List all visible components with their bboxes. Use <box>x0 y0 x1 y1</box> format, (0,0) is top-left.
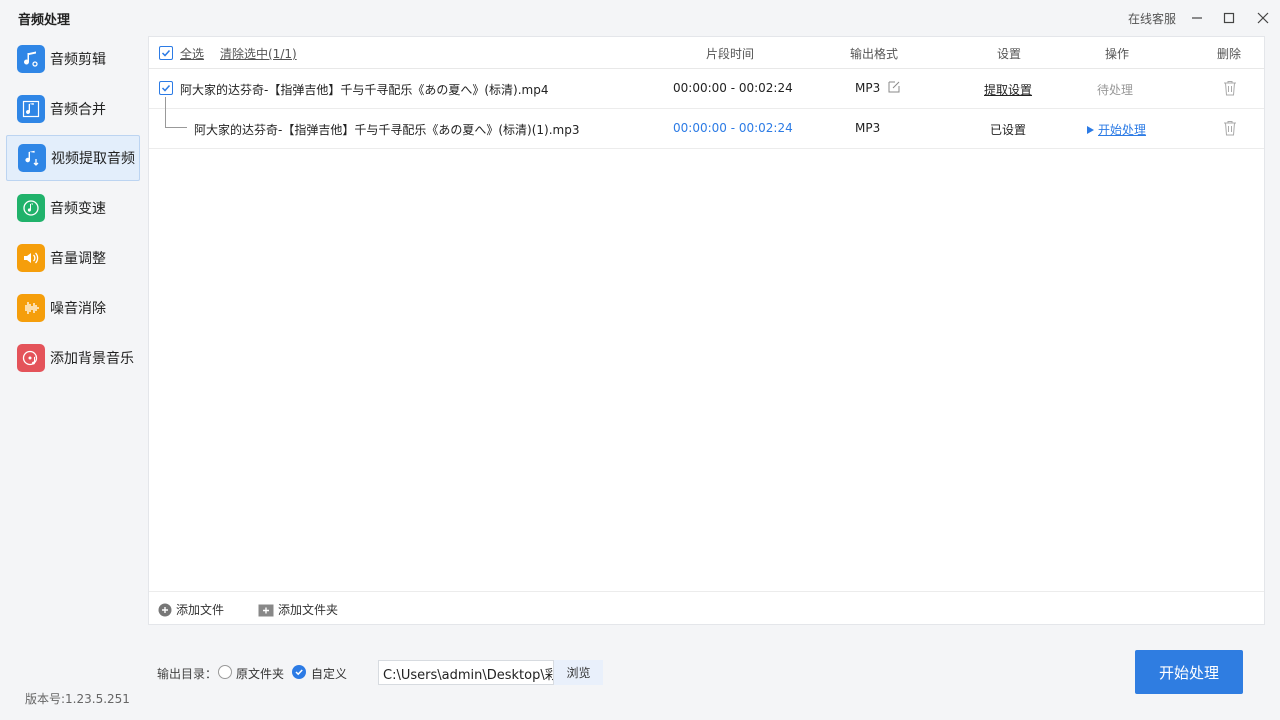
header-delete: 删除 <box>1217 47 1242 61</box>
sidebar-item-label: 视频提取音频 <box>51 151 135 167</box>
header-action: 操作 <box>1105 47 1130 61</box>
speed-music-icon <box>17 194 45 222</box>
music-merge-icon <box>17 95 45 123</box>
clear-selected-label: 清除选中(1/1) <box>220 47 297 61</box>
custom-folder-radio[interactable] <box>292 665 306 679</box>
select-all-link[interactable]: 全选 <box>180 45 204 62</box>
edit-icon[interactable] <box>887 80 901 97</box>
sidebar-item-audio-speed[interactable]: 音频变速 <box>6 185 140 231</box>
sidebar-item-label: 音频剪辑 <box>50 52 106 68</box>
browse-button[interactable]: 浏览 <box>554 660 603 685</box>
version-label: 版本号:1.23.5.251 <box>25 692 130 706</box>
sidebar-item-volume[interactable]: 音量调整 <box>6 235 140 281</box>
sidebar-item-audio-merge[interactable]: 音频合并 <box>6 86 140 132</box>
close-icon[interactable] <box>1253 8 1273 28</box>
sidebar-item-label: 音频变速 <box>50 201 106 217</box>
output-format: MP3 <box>855 81 881 95</box>
original-folder-radio[interactable] <box>218 665 232 679</box>
output-format: MP3 <box>855 121 881 135</box>
segment-time: 00:00:00 - 00:02:24 <box>673 81 793 95</box>
sidebar-item-label: 音频合并 <box>50 102 106 118</box>
settings-status: 已设置 <box>990 123 1027 137</box>
maximize-icon[interactable] <box>1219 8 1239 28</box>
custom-folder-label: 自定义 <box>311 667 348 681</box>
folder-plus-icon <box>258 604 274 616</box>
start-process-link[interactable]: 开始处理 <box>1086 121 1146 138</box>
sidebar-item-label: 添加背景音乐 <box>50 351 134 367</box>
segment-time: 00:00:00 - 00:02:24 <box>673 121 793 135</box>
sidebar-item-audio-cut[interactable]: 音频剪辑 <box>6 36 140 82</box>
sidebar-item-label: 音量调整 <box>50 251 106 267</box>
add-files-bar: 添加文件 添加文件夹 <box>149 591 1264 625</box>
sidebar-item-noise[interactable]: 噪音消除 <box>6 285 140 331</box>
sidebar: 音频剪辑 音频合并 视频提取音频 音频变速 音量调整 噪音消除 添加背景音乐 版… <box>0 36 148 720</box>
scissors-music-icon <box>17 45 45 73</box>
original-folder-label: 原文件夹 <box>236 667 285 681</box>
output-path-input[interactable]: C:\Users\admin\Desktop\彩 <box>378 660 554 685</box>
clear-selected-link[interactable]: 清除选中(1/1) <box>220 45 297 62</box>
select-all-checkbox[interactable] <box>159 46 173 60</box>
plus-circle-icon <box>158 603 172 616</box>
add-file-button[interactable]: 添加文件 <box>158 601 224 618</box>
table-row: 阿大家的达芬奇-【指弹吉他】千与千寻配乐《あの夏へ》(标清).mp4 00:00… <box>149 69 1264 109</box>
row-checkbox[interactable] <box>159 81 173 95</box>
output-dir-label: 输出目录： <box>157 667 218 681</box>
app-title: 音频处理 <box>18 13 71 28</box>
header-format: 输出格式 <box>850 47 899 61</box>
volume-icon <box>17 244 45 272</box>
play-icon <box>1087 125 1094 134</box>
sidebar-item-label: 噪音消除 <box>50 301 106 317</box>
bg-music-icon <box>17 344 45 372</box>
file-list-panel: 全选 清除选中(1/1) 片段时间 输出格式 设置 操作 删除 阿大家的达芬奇-… <box>148 36 1265 625</box>
header-time: 片段时间 <box>706 47 755 61</box>
minimize-icon[interactable] <box>1187 8 1207 28</box>
sidebar-item-bg-music[interactable]: 添加背景音乐 <box>6 335 140 381</box>
title-bar: 音频处理 在线客服 <box>0 0 1280 36</box>
table-row: 阿大家的达芬奇-【指弹吉他】千与千寻配乐《あの夏へ》(标清)(1).mp3 00… <box>149 109 1264 149</box>
start-process-button[interactable]: 开始处理 <box>1135 650 1243 694</box>
file-name: 阿大家的达芬奇-【指弹吉他】千与千寻配乐《あの夏へ》(标清)(1).mp3 <box>194 123 580 137</box>
start-process-label: 开始处理 <box>1098 123 1147 137</box>
noise-wave-icon <box>17 294 45 322</box>
header-settings: 设置 <box>997 47 1022 61</box>
extract-settings-link[interactable]: 提取设置 <box>984 81 1032 98</box>
sidebar-item-video-extract[interactable]: 视频提取音频 <box>6 135 140 181</box>
file-name: 阿大家的达芬奇-【指弹吉他】千与千寻配乐《あの夏へ》(标清).mp4 <box>180 83 549 97</box>
trash-icon[interactable] <box>1223 80 1237 99</box>
trash-icon[interactable] <box>1223 120 1237 139</box>
online-service-link[interactable]: 在线客服 <box>1128 10 1176 27</box>
add-file-label: 添加文件 <box>176 603 225 617</box>
status-pending: 待处理 <box>1097 83 1134 97</box>
table-header: 全选 清除选中(1/1) 片段时间 输出格式 设置 操作 删除 <box>149 37 1264 69</box>
video-extract-icon <box>18 144 46 172</box>
add-folder-label: 添加文件夹 <box>278 603 339 617</box>
add-folder-button[interactable]: 添加文件夹 <box>258 601 338 618</box>
